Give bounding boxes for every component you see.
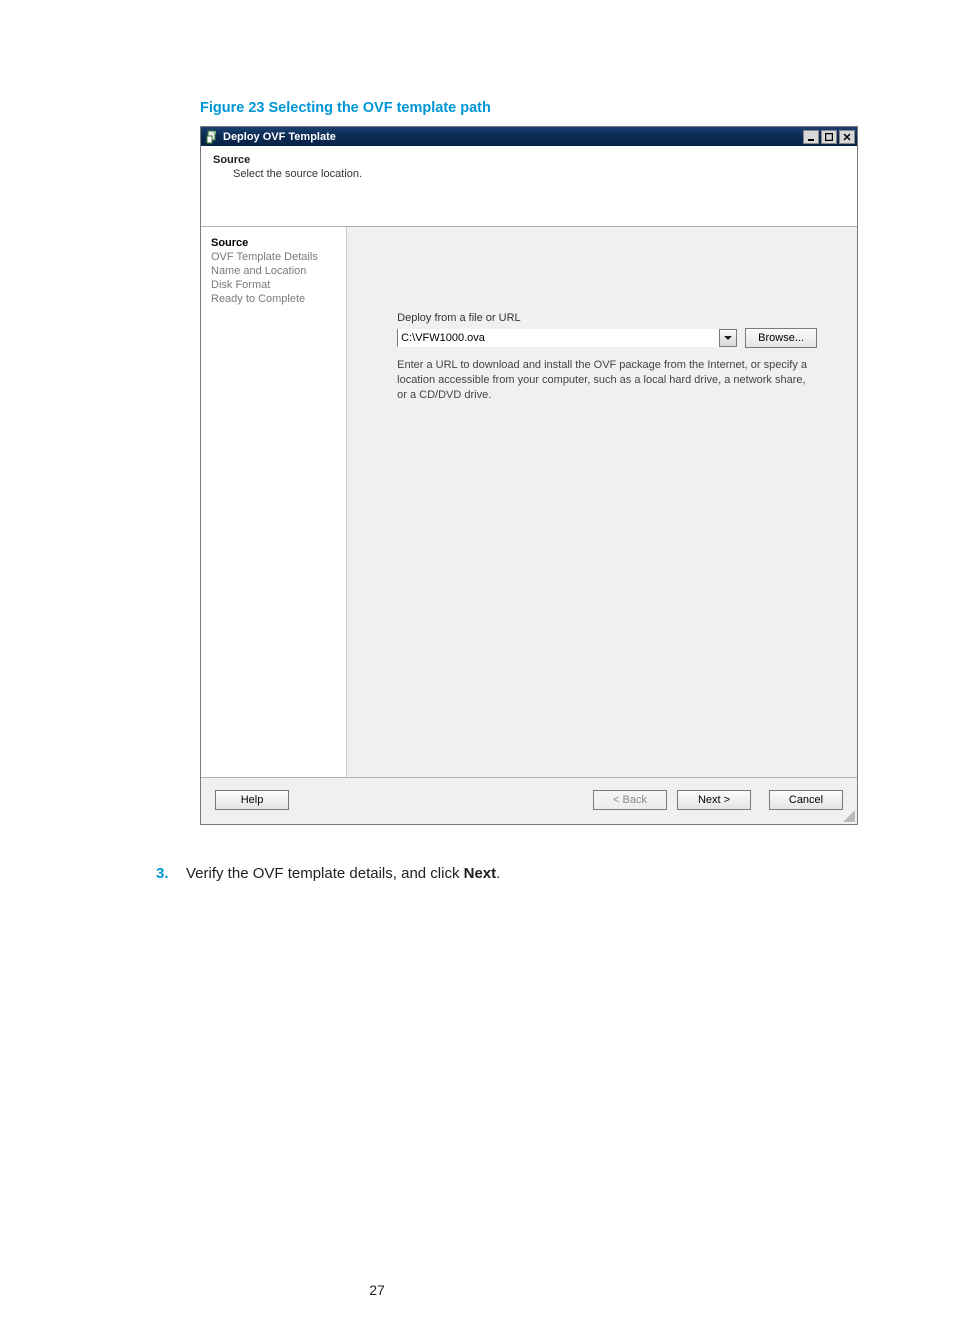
window-title: Deploy OVF Template: [223, 131, 336, 143]
sidebar-step-ready[interactable]: Ready to Complete: [211, 293, 336, 305]
cancel-button[interactable]: Cancel: [769, 790, 843, 810]
sidebar-step-disk-format[interactable]: Disk Format: [211, 279, 336, 291]
window-controls: [803, 130, 855, 144]
wizard-header: Source Select the source location.: [201, 146, 857, 227]
help-button[interactable]: Help: [215, 790, 289, 810]
browse-button[interactable]: Browse...: [745, 328, 817, 348]
next-button[interactable]: Next >: [677, 790, 751, 810]
chevron-down-icon[interactable]: [719, 330, 736, 346]
wizard-step-subtitle: Select the source location.: [233, 168, 845, 180]
instruction-step-3: Verify the OVF template details, and cli…: [156, 865, 858, 882]
resize-grip-icon[interactable]: [843, 810, 855, 822]
wizard-main-panel: Deploy from a file or URL Browse... Ente…: [347, 227, 857, 777]
maximize-button[interactable]: [821, 130, 837, 144]
sidebar-step-name-location[interactable]: Name and Location: [211, 265, 336, 277]
wizard-step-title: Source: [213, 154, 845, 166]
app-icon: [205, 130, 219, 144]
back-button[interactable]: < Back: [593, 790, 667, 810]
source-path-combobox[interactable]: [397, 329, 737, 347]
source-hint-text: Enter a URL to download and install the …: [397, 358, 807, 403]
wizard-footer: Help < Back Next > Cancel: [201, 777, 857, 824]
source-field-label: Deploy from a file or URL: [397, 312, 817, 324]
titlebar: Deploy OVF Template: [201, 127, 857, 146]
sidebar-step-source[interactable]: Source: [211, 237, 336, 249]
close-button[interactable]: [839, 130, 855, 144]
wizard-steps-sidebar: Source OVF Template Details Name and Loc…: [201, 227, 347, 777]
page-number: 27: [0, 1282, 954, 1318]
deploy-ovf-dialog: Deploy OVF Template Source Select the so…: [200, 126, 858, 825]
minimize-button[interactable]: [803, 130, 819, 144]
source-path-input[interactable]: [398, 329, 719, 347]
sidebar-step-ovf-details[interactable]: OVF Template Details: [211, 251, 336, 263]
figure-caption: Figure 23 Selecting the OVF template pat…: [200, 100, 858, 116]
